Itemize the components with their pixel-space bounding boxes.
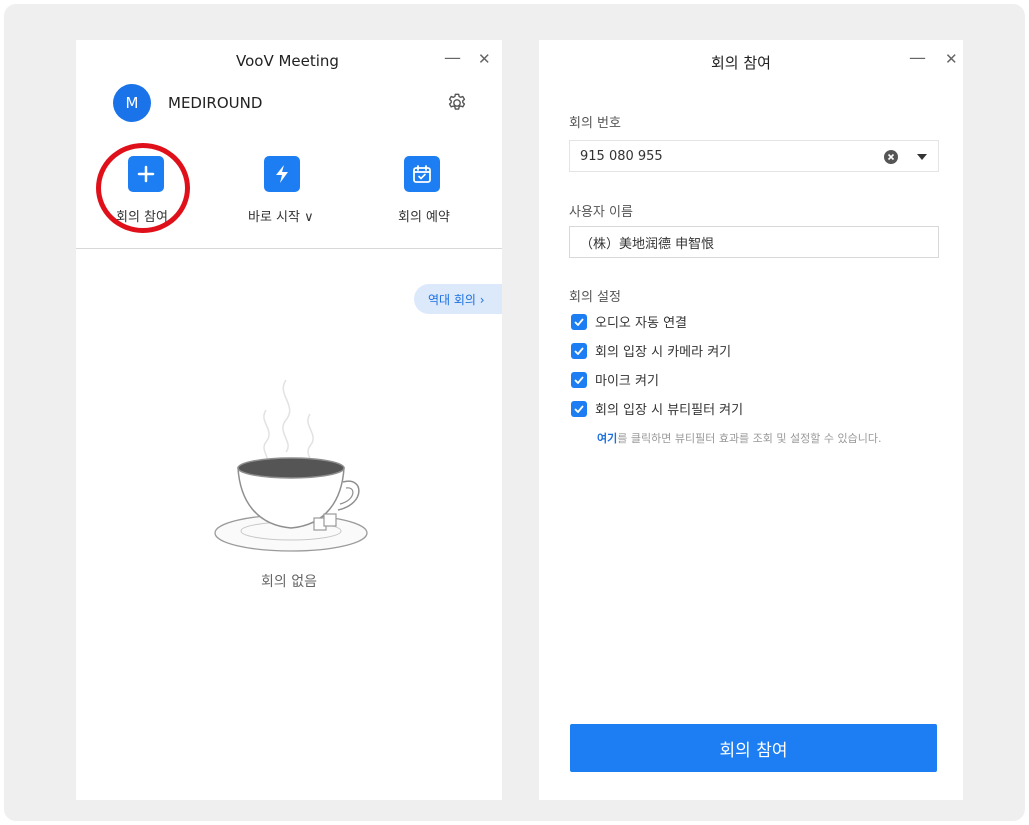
dropdown-arrow-icon[interactable] bbox=[916, 153, 928, 161]
join-meeting-button[interactable]: 회의 참여 bbox=[570, 724, 937, 772]
join-meeting-window: 회의 참여 — ✕ 회의 번호 915 080 955 사용자 이름 （株）美地… bbox=[539, 40, 963, 800]
meeting-settings-label: 회의 설정 bbox=[569, 290, 621, 305]
schedule-meeting-label[interactable]: 회의 예약 bbox=[398, 206, 450, 225]
schedule-meeting-tile[interactable] bbox=[404, 156, 440, 192]
instant-meeting-tile[interactable] bbox=[264, 156, 300, 192]
user-name-label: 사용자 이름 bbox=[569, 205, 633, 220]
beauty-filter-hint: 여기를 클릭하면 뷰티필터 효과를 조회 및 설정할 수 있습니다. bbox=[597, 432, 947, 446]
gear-icon[interactable] bbox=[446, 92, 468, 114]
empty-coffee-illustration bbox=[214, 379, 368, 552]
window-title: 회의 참여 bbox=[711, 54, 771, 72]
beauty-filter-link[interactable]: 여기 bbox=[597, 432, 617, 445]
meeting-number-field[interactable]: 915 080 955 bbox=[569, 140, 939, 172]
option-camera-on[interactable]: 회의 입장 시 카메라 켜기 bbox=[571, 341, 731, 360]
option-label: 오디오 자동 연결 bbox=[595, 316, 687, 331]
meeting-number-label: 회의 번호 bbox=[569, 116, 621, 131]
username: MEDIROUND bbox=[168, 94, 263, 112]
calendar-icon bbox=[413, 165, 431, 183]
meeting-history-button[interactable]: 역대 회의 › bbox=[414, 284, 502, 314]
hint-text: 를 클릭하면 뷰티필터 효과를 조회 및 설정할 수 있습니다. bbox=[617, 432, 882, 445]
meeting-number-value: 915 080 955 bbox=[580, 148, 663, 164]
check-icon bbox=[574, 375, 584, 384]
option-beauty-filter[interactable]: 회의 입장 시 뷰티필터 켜기 bbox=[571, 399, 743, 418]
option-auto-audio[interactable]: 오디오 자동 연결 bbox=[571, 312, 687, 331]
highlight-circle bbox=[96, 143, 190, 233]
instant-meeting-label[interactable]: 바로 시작 ∨ bbox=[248, 206, 314, 225]
check-icon bbox=[574, 404, 584, 413]
checkbox-checked[interactable] bbox=[571, 371, 587, 388]
minimize-button[interactable]: — bbox=[909, 48, 926, 68]
lightning-icon bbox=[276, 165, 288, 183]
close-button[interactable]: ✕ bbox=[945, 50, 958, 68]
empty-state-label: 회의 없음 bbox=[261, 574, 317, 590]
checkbox-checked[interactable] bbox=[571, 400, 587, 417]
option-label: 마이크 켜기 bbox=[595, 374, 659, 389]
checkbox-checked[interactable] bbox=[571, 342, 587, 359]
divider bbox=[76, 248, 502, 249]
minimize-button[interactable]: — bbox=[444, 48, 461, 68]
window-title: VooV Meeting bbox=[236, 52, 339, 70]
user-name-value: （株）美地润德 申智恨 bbox=[580, 236, 715, 252]
avatar[interactable]: M bbox=[113, 84, 151, 122]
check-icon bbox=[574, 317, 584, 326]
close-button[interactable]: ✕ bbox=[478, 50, 491, 68]
option-label: 회의 입장 시 뷰티필터 켜기 bbox=[595, 403, 744, 418]
check-icon bbox=[574, 346, 584, 355]
user-name-field[interactable]: （株）美地润德 申智恨 bbox=[569, 226, 939, 258]
clear-icon[interactable] bbox=[884, 150, 898, 164]
checkbox-checked[interactable] bbox=[571, 313, 587, 330]
option-mic-on[interactable]: 마이크 켜기 bbox=[571, 370, 659, 389]
option-label: 회의 입장 시 카메라 켜기 bbox=[595, 345, 732, 360]
